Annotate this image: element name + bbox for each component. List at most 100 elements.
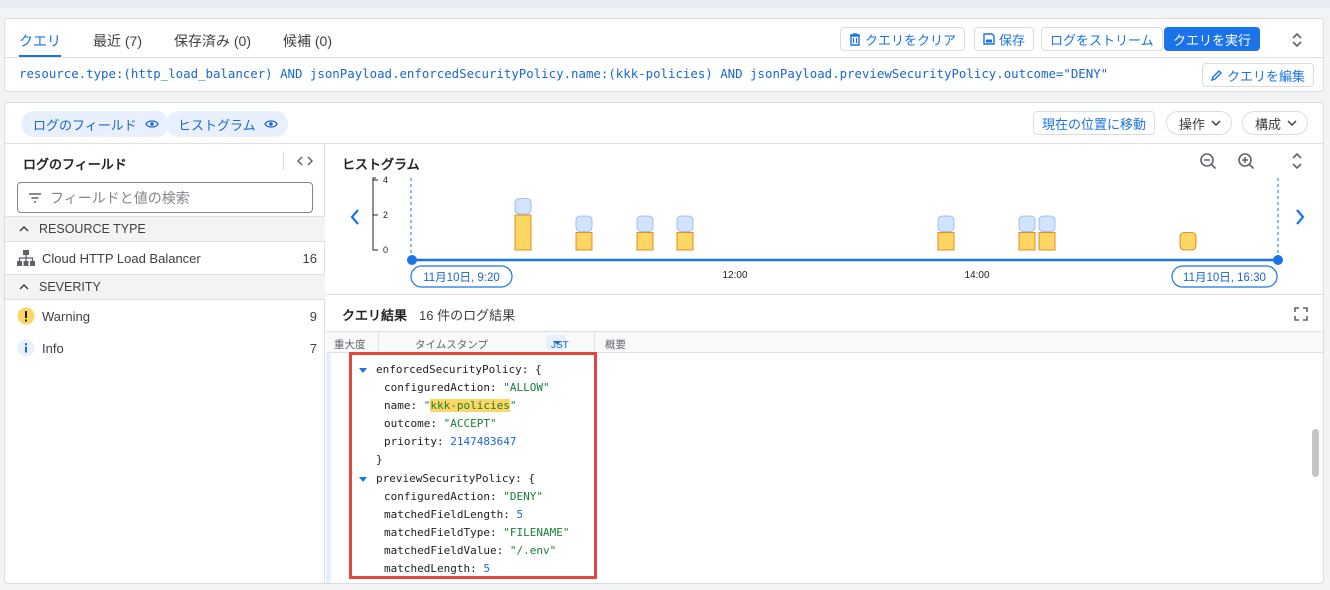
scrollbar-thumb[interactable] xyxy=(1312,429,1319,477)
histogram-bar-info[interactable] xyxy=(636,215,654,232)
tab-recent[interactable]: 最近 (7) xyxy=(93,19,142,57)
column-divider xyxy=(378,332,379,352)
edit-query-button[interactable]: クエリを編集 xyxy=(1202,63,1315,87)
field-search-input[interactable]: フィールドと値の検索 xyxy=(17,182,313,213)
edit-query-label: クエリを編集 xyxy=(1227,68,1306,84)
query-text[interactable]: resource.type:(http_load_balancer) AND j… xyxy=(19,66,1108,81)
histogram-bar-warning[interactable] xyxy=(636,232,654,251)
clear-query-button[interactable]: クエリをクリア xyxy=(840,27,966,51)
results-divider xyxy=(326,294,1323,295)
stream-logs-label: ログをストリーム xyxy=(1050,32,1154,48)
save-label: 保存 xyxy=(999,32,1026,48)
chevron-up-icon xyxy=(19,284,29,290)
query-divider xyxy=(5,57,1323,58)
histogram-bar-info[interactable] xyxy=(1038,215,1056,232)
start-time-label: 11月10日, 9:20 xyxy=(423,272,500,284)
save-icon xyxy=(983,33,995,45)
log-fields-toggle-chip[interactable]: ログのフィールド xyxy=(21,111,169,137)
timezone-label: JST xyxy=(551,340,569,351)
histogram-bar-warning[interactable] xyxy=(514,214,532,251)
timezone-dropdown[interactable]: JST xyxy=(546,335,569,351)
x-tick-label: 12:00 xyxy=(722,270,747,281)
histogram-bar-info[interactable] xyxy=(676,215,694,232)
clear-query-label: クエリをクリア xyxy=(865,32,957,48)
histogram-bar-info[interactable] xyxy=(514,198,532,215)
configure-dropdown[interactable]: 構成 xyxy=(1242,111,1309,135)
selected-row-gutter xyxy=(326,353,331,583)
y-tick-label: 4 xyxy=(383,175,388,185)
tab-query[interactable]: クエリ xyxy=(19,19,61,57)
chevron-right-icon[interactable] xyxy=(1296,209,1305,225)
histogram-bar-info[interactable] xyxy=(1018,215,1036,232)
zoom-out-icon[interactable] xyxy=(1200,153,1217,170)
chevron-down-icon xyxy=(1211,120,1221,126)
section-label: SEVERITY xyxy=(39,280,101,294)
column-timestamp[interactable]: タイムスタンプ xyxy=(415,337,488,352)
histogram-chart: 4 2 0 12:00 14:00 11月10日, 9:20 11月10日, 16:30 xyxy=(350,152,1305,288)
histogram-chip-label: ヒストグラム xyxy=(178,117,256,133)
field-item-info[interactable]: Info 7 xyxy=(5,332,325,364)
tab-suggested[interactable]: 候補 (0) xyxy=(283,19,332,57)
field-item-label: Warning xyxy=(42,308,90,324)
expand-collapse-icon[interactable] xyxy=(1287,30,1307,50)
section-severity[interactable]: SEVERITY xyxy=(5,274,325,300)
histogram-bar-warning[interactable] xyxy=(1038,232,1056,251)
end-time-handle[interactable]: 11月10日, 16:30 xyxy=(1171,265,1278,288)
warning-icon xyxy=(15,305,37,327)
save-button[interactable]: 保存 xyxy=(974,27,1035,51)
operations-dropdown[interactable]: 操作 xyxy=(1166,111,1233,135)
field-item-label: Cloud HTTP Load Balancer xyxy=(42,250,201,266)
expand-collapse-icon[interactable] xyxy=(1292,152,1302,170)
code-toggle-icon[interactable] xyxy=(283,152,313,170)
configure-label: 構成 xyxy=(1255,116,1282,132)
filter-icon xyxy=(29,192,41,203)
x-tick-label: 14:00 xyxy=(964,270,989,281)
sitemap-icon xyxy=(15,247,37,269)
histogram-bar-info[interactable] xyxy=(937,215,955,232)
section-label: RESOURCE TYPE xyxy=(39,222,146,236)
tab-saved[interactable]: 保存済み (0) xyxy=(174,19,251,57)
jump-to-now-button[interactable]: 現在の位置に移動 xyxy=(1033,111,1156,135)
y-tick-label: 2 xyxy=(383,210,388,220)
highlight-annotation-box xyxy=(349,352,597,579)
query-tabs: クエリ 最近 (7) 保存済み (0) 候補 (0) xyxy=(19,19,364,57)
histogram-bar-info[interactable] xyxy=(575,215,593,232)
operations-label: 操作 xyxy=(1179,116,1206,132)
chevron-left-icon[interactable] xyxy=(350,209,359,225)
top-strip xyxy=(0,0,1330,8)
histogram-and-results: ヒストグラム 4 2 0 12:00 14:00 11月10日, 9:20 11… xyxy=(326,144,1323,583)
field-item-label: Info xyxy=(42,340,64,356)
histogram-bar-warning[interactable] xyxy=(575,232,593,251)
log-fields-title: ログのフィールド xyxy=(23,157,127,172)
stream-logs-button[interactable]: ログをストリーム xyxy=(1041,27,1163,51)
histogram-bar-warning[interactable] xyxy=(937,232,955,251)
jump-to-now-label: 現在の位置に移動 xyxy=(1042,116,1147,132)
eye-icon xyxy=(145,120,159,128)
histogram-bar-warning[interactable] xyxy=(1179,232,1197,251)
field-item-warning[interactable]: Warning 9 xyxy=(5,300,325,332)
field-item-count: 9 xyxy=(309,308,317,324)
zoom-in-icon[interactable] xyxy=(1238,153,1255,170)
log-fields-chip-label: ログのフィールド xyxy=(33,117,137,133)
query-panel: クエリ 最近 (7) 保存済み (0) 候補 (0) クエリをクリア 保存 ログ… xyxy=(4,18,1324,92)
log-fields-panel: ログのフィールド フィールドと値の検索 RESOURCE TYPE Cloud … xyxy=(5,144,325,583)
results-title: クエリ結果 xyxy=(342,308,408,323)
column-severity[interactable]: 重大度 xyxy=(334,337,366,352)
field-item-load-balancer[interactable]: Cloud HTTP Load Balancer 16 xyxy=(5,242,325,274)
run-query-label: クエリを実行 xyxy=(1173,32,1252,48)
histogram-toggle-chip[interactable]: ヒストグラム xyxy=(166,111,288,137)
run-query-button[interactable]: クエリを実行 xyxy=(1164,27,1261,51)
field-search-placeholder: フィールドと値の検索 xyxy=(50,189,190,206)
end-time-label: 11月10日, 16:30 xyxy=(1183,272,1266,284)
info-icon xyxy=(15,337,37,359)
main-panel: ログのフィールド ヒストグラム 現在の位置に移動 操作 構成 ログのフィールド … xyxy=(4,102,1324,584)
section-resource-type[interactable]: RESOURCE TYPE xyxy=(5,216,325,242)
column-summary[interactable]: 概要 xyxy=(605,337,626,352)
histogram-bar-warning[interactable] xyxy=(676,232,694,251)
histogram-bar-warning[interactable] xyxy=(1018,232,1036,251)
fullscreen-icon[interactable] xyxy=(1291,304,1311,324)
results-column-header: 重大度 タイムスタンプ JST 概要 xyxy=(326,331,1323,353)
start-time-handle[interactable]: 11月10日, 9:20 xyxy=(410,265,513,288)
chevron-down-icon xyxy=(1287,120,1297,126)
field-item-count: 7 xyxy=(309,340,317,356)
